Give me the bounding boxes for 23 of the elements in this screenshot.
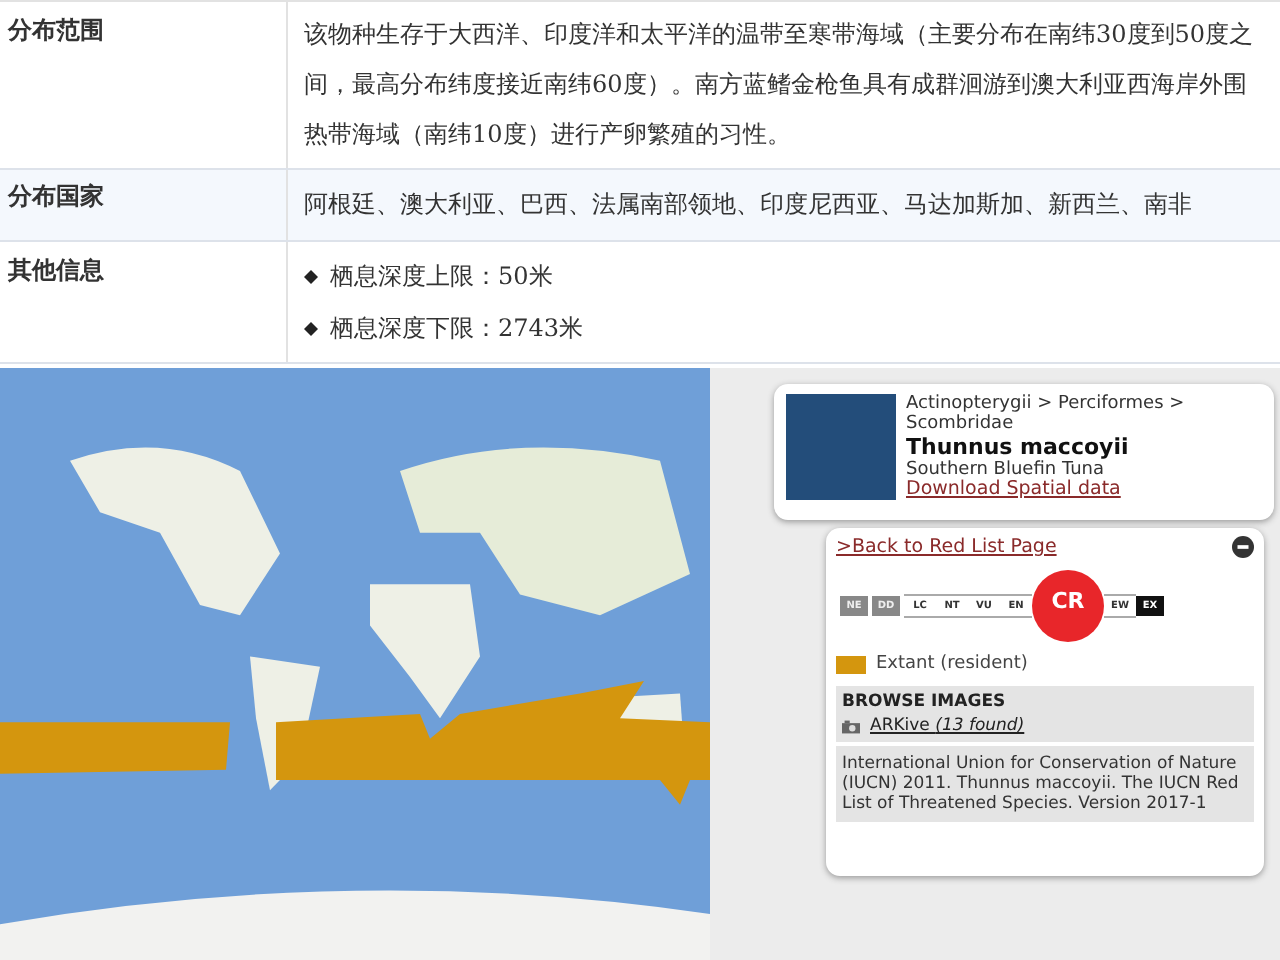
legend-label: Extant (resident) (876, 654, 1028, 674)
row-text: 阿根廷、澳大利亚、巴西、法属南部领地、印度尼西亚、马达加斯加、新西兰、南非 (304, 188, 1194, 222)
arkive-link[interactable]: ARKive (13 found) (870, 716, 1025, 736)
citation-text: International Union for Conservation of Nature (IUCN) 2011. Thunnus maccoyii. The IUCN Red List of Threatened Species. Version 2017-1 (836, 746, 1254, 822)
browse-heading: BROWSE IMAGES (842, 692, 1008, 712)
collapse-icon[interactable] (1232, 536, 1254, 558)
row-label: 分布范围 (0, 2, 288, 168)
download-link[interactable]: Download Spatial data (906, 478, 1121, 500)
status-category: CR (1032, 570, 1104, 642)
common-name: Southern Bluefin Tuna (906, 460, 1105, 480)
bullet-icon (304, 321, 318, 335)
photo-placeholder (786, 394, 896, 500)
back-link[interactable]: >Back to Red List Page (836, 536, 1057, 558)
bullet-text: 栖息深度上限：50米 (330, 259, 553, 293)
scientific-name: Thunnus maccoyii (906, 434, 1131, 460)
legend-swatch (836, 655, 866, 673)
row-text: 该物种生存于大西洋、印度洋和太平洋的温带至寒带海域（主要分布在南纬30度到50度之间，最高分布纬度接近南纬60度）。南方蓝鳍金枪鱼具有成群洄游到澳大利亚西海岸外围热带海域（南纬10度）进行产卵繁殖的习性。 (304, 18, 1256, 152)
bullet-text: 栖息深度下限：2743米 (330, 311, 584, 345)
row-label: 分布国家 (0, 170, 288, 240)
bullet-icon (304, 269, 318, 283)
taxonomy-text: Actinopterygii > Perciformes > Scombridae (906, 394, 1187, 434)
camera-icon (842, 719, 860, 733)
row-label: 其他信息 (0, 242, 288, 362)
